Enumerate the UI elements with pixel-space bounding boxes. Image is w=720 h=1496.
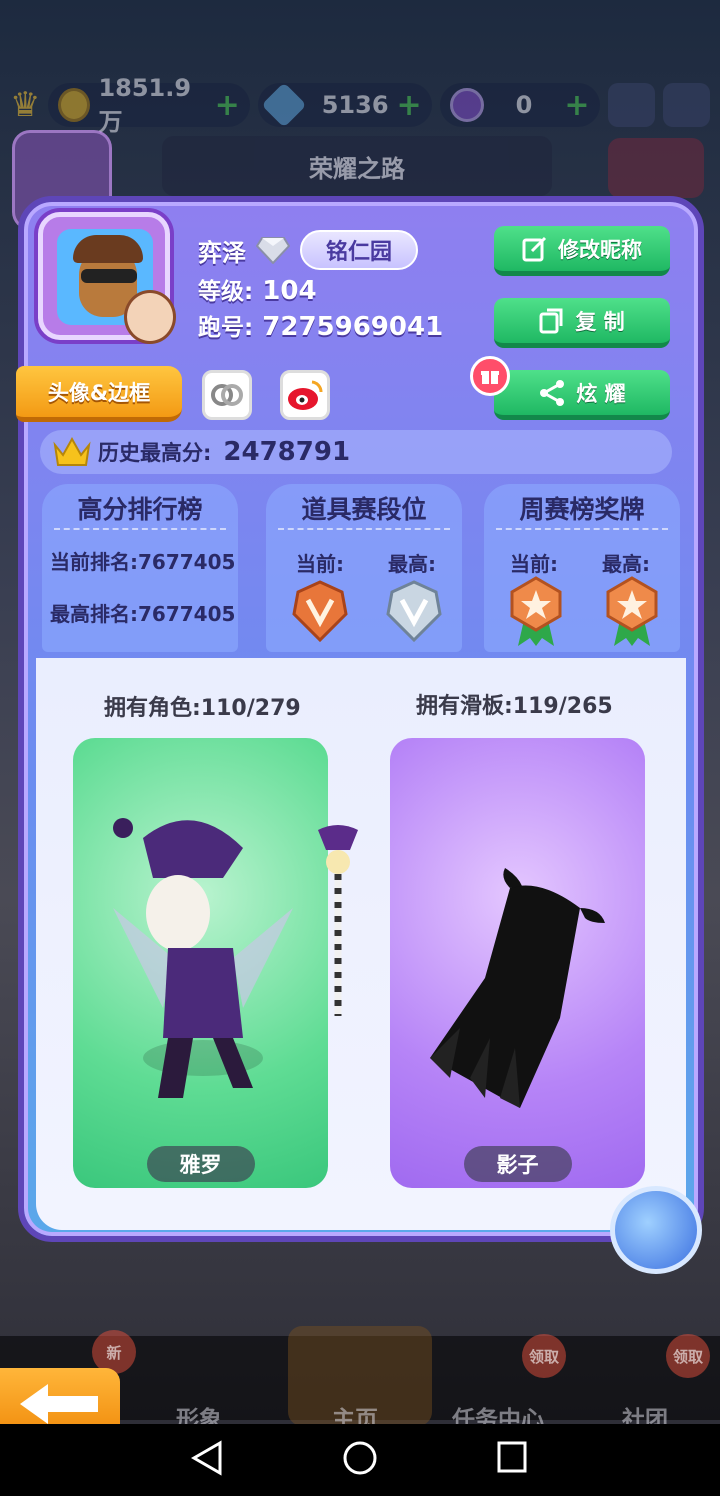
road-of-glory-banner: 荣耀之路 <box>162 136 552 196</box>
show-off-label: 炫 耀 <box>576 381 626 406</box>
current-rank: 当前排名:7677405 <box>50 550 236 574</box>
add-coins-icon[interactable]: + <box>215 88 240 123</box>
characters-owned: 拥有角色:110/279 <box>104 696 301 721</box>
high-score-value: 2478791 <box>223 437 351 467</box>
system-home-icon[interactable] <box>342 1440 378 1476</box>
item-tier-best-label: 最高: <box>388 552 436 576</box>
orb-icon <box>449 88 484 122</box>
runner-id-value: 7275969041 <box>262 312 444 342</box>
high-score-label: 历史最高分: <box>98 441 212 465</box>
school-name: 铭仁园 <box>326 240 393 265</box>
runner-id-line: 跑号: 7275969041 <box>198 308 443 342</box>
show-off-button[interactable]: 炫 耀 <box>494 370 670 420</box>
calendar-icon <box>608 138 704 198</box>
add-orbs-icon[interactable]: + <box>564 88 589 123</box>
item-tier-current-label: 当前: <box>296 552 344 576</box>
level-value: 104 <box>262 276 317 306</box>
shadow-board-image <box>430 868 605 1108</box>
companion-avatar <box>124 290 176 344</box>
boards-owned: 拥有滑板:119/265 <box>416 694 613 719</box>
best-rank: 最高排名:7677405 <box>50 602 236 626</box>
crown-icon <box>53 436 91 466</box>
silver-tier-icon <box>386 580 442 642</box>
edit-nickname-label: 修改昵称 <box>558 237 642 262</box>
edit-nickname-button[interactable]: 修改昵称 <box>494 226 670 276</box>
level-line: 等级: 104 <box>198 272 317 306</box>
system-back-icon[interactable] <box>190 1440 224 1476</box>
link-account-icon[interactable] <box>202 370 252 420</box>
level-label: 等级: <box>198 279 254 305</box>
board-name: 影子 <box>463 1146 572 1182</box>
weekly-medal-title: 周赛榜奖牌 <box>519 495 645 524</box>
friends-icon[interactable] <box>607 83 655 127</box>
key-icon <box>261 82 307 128</box>
edit-icon <box>522 236 547 261</box>
back-arrow-icon <box>20 1384 98 1424</box>
school-badge[interactable]: 铭仁园 <box>300 230 419 270</box>
orb-counter[interactable]: 0 + <box>439 83 600 127</box>
character-tile[interactable]: 雅罗 <box>73 738 328 1188</box>
avatar-frame-button[interactable]: 头像&边框 <box>16 366 182 422</box>
item-tier-title: 道具赛段位 <box>301 495 427 524</box>
jester-character-image <box>113 818 293 1098</box>
weibo-icon[interactable] <box>280 370 330 420</box>
bronze-medal-icon <box>510 576 562 646</box>
crown-icon: ♛ <box>10 85 41 125</box>
bronze-medal-best-icon <box>606 576 658 646</box>
menu-grid-icon[interactable] <box>662 83 710 127</box>
add-keys-icon[interactable]: + <box>397 88 422 123</box>
avatar-frame-label: 头像&边框 <box>47 380 151 405</box>
key-value: 5136 <box>321 91 389 119</box>
board-tile[interactable]: 影子 <box>390 738 645 1188</box>
claim-badge-tasks: 领取 <box>522 1334 566 1378</box>
jester-staff-image <box>318 825 358 1016</box>
player-name: 弈泽 <box>198 238 246 267</box>
helmet-sticker-icon[interactable] <box>610 1186 702 1274</box>
character-name: 雅罗 <box>146 1146 255 1182</box>
item-tier-panel[interactable]: 道具赛段位 当前: 最高: <box>266 484 462 652</box>
share-icon <box>540 379 565 406</box>
copy-icon <box>539 308 563 333</box>
weekly-best-label: 最高: <box>602 552 650 576</box>
copy-button[interactable]: 复 制 <box>494 298 670 348</box>
runner-id-label: 跑号: <box>198 315 254 341</box>
name-row: 弈泽 铭仁园 <box>198 230 419 270</box>
high-score-bar: 历史最高分: 2478791 <box>40 430 672 474</box>
key-counter[interactable]: 5136 + <box>257 82 432 128</box>
banner-title: 荣耀之路 <box>309 154 405 183</box>
coin-counter[interactable]: 1851.9万 + <box>48 74 250 136</box>
leaderboard-title: 高分排行榜 <box>77 495 203 524</box>
diamond-icon <box>256 237 290 264</box>
gift-icon <box>470 356 510 396</box>
leaderboard-panel[interactable]: 高分排行榜 当前排名:7677405 最高排名:7677405 <box>42 484 238 652</box>
coin-value: 1851.9万 <box>98 73 192 136</box>
bronze-tier-icon <box>292 580 348 642</box>
currency-bar: ♛ 1851.9万 + 5136 + 0 + <box>0 74 720 136</box>
claim-badge-club: 领取 <box>666 1334 710 1378</box>
copy-label: 复 制 <box>575 309 625 334</box>
weekly-medal-panel[interactable]: 周赛榜奖牌 当前: 最高: <box>484 484 680 652</box>
orb-value: 0 <box>515 91 533 119</box>
weekly-current-label: 当前: <box>510 552 558 576</box>
coin-icon <box>58 88 91 122</box>
system-recents-icon[interactable] <box>496 1440 528 1474</box>
